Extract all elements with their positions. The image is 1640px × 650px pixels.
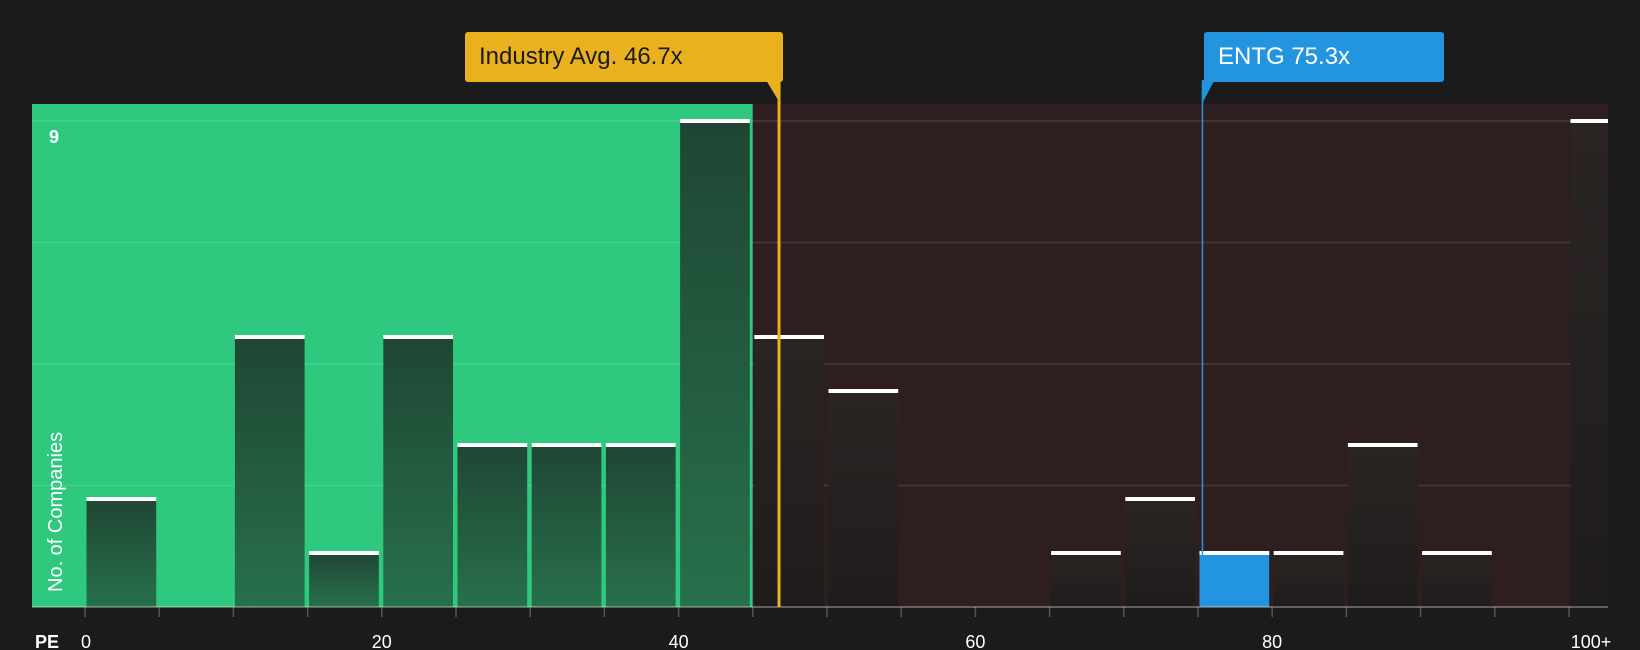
- histogram-bar: [605, 445, 676, 607]
- x-tick-label: 60: [965, 632, 985, 650]
- x-tick-label: 80: [1262, 632, 1282, 650]
- bar-cap: [86, 497, 157, 501]
- x-ticks: 0 20 40 60 80 100+: [81, 607, 1611, 650]
- y-tick-label: 9: [49, 127, 59, 147]
- bar-cap: [383, 335, 453, 339]
- chart-svg: 0 20 40 60 80 100+ PE No. of Companies 9: [32, 80, 1611, 650]
- histogram-bar: [309, 553, 379, 607]
- bar-cap: [754, 335, 824, 339]
- bar-cap: [1347, 443, 1418, 447]
- x-axis-title: PE: [35, 632, 59, 650]
- histogram-bar: [754, 337, 824, 607]
- histogram-bar: [1570, 121, 1608, 607]
- industry-callout-pointer: [766, 80, 781, 104]
- histogram-bar: [86, 499, 157, 607]
- histogram-bar: [234, 337, 305, 607]
- histogram-bar: [1051, 553, 1121, 607]
- x-tick-label: 20: [372, 632, 392, 650]
- histogram-bar: [1125, 499, 1195, 607]
- bar-cap: [680, 119, 750, 123]
- bar-cap: [1125, 497, 1195, 501]
- x-tick-label: 0: [81, 632, 91, 650]
- histogram-bar: [1422, 553, 1492, 607]
- entg-callout: ENTG 75.3x: [1204, 32, 1444, 82]
- histogram-bar: [1273, 553, 1344, 607]
- y-axis-title: No. of Companies: [45, 432, 67, 592]
- histogram-bar: [383, 337, 453, 607]
- histogram-bar: [1199, 553, 1270, 607]
- bar-cap: [531, 443, 602, 447]
- histogram-bar: [828, 391, 899, 607]
- x-tick-label: 100+: [1571, 632, 1612, 650]
- bar-cap: [1051, 551, 1121, 555]
- bar-cap: [457, 443, 528, 447]
- entg-callout-pointer: [1201, 80, 1215, 104]
- bar-cap: [309, 551, 379, 555]
- pe-distribution-chart: 0 20 40 60 80 100+ PE No. of Companies 9 Indu…: [0, 0, 1640, 650]
- x-tick-label: 40: [669, 632, 689, 650]
- bar-cap: [1570, 119, 1608, 123]
- bar-cap: [1199, 551, 1270, 555]
- bar-cap: [234, 335, 305, 339]
- histogram-bar: [680, 121, 750, 607]
- bar-cap: [605, 443, 676, 447]
- bar-cap: [1422, 551, 1492, 555]
- bar-cap: [828, 389, 899, 393]
- histogram-bar: [531, 445, 602, 607]
- bar-cap: [1273, 551, 1344, 555]
- histogram-bar: [457, 445, 528, 607]
- histogram-bar: [1347, 445, 1418, 607]
- industry-avg-callout: Industry Avg. 46.7x: [465, 32, 783, 82]
